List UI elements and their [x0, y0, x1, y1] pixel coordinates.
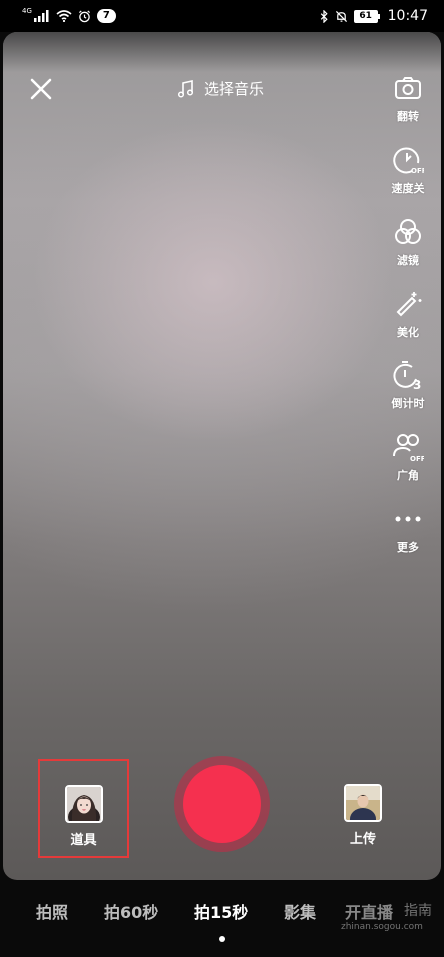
upload-thumbnail	[344, 784, 382, 822]
more-button[interactable]: 更多	[383, 503, 433, 555]
select-music-button[interactable]: 选择音乐	[176, 78, 264, 99]
music-label: 选择音乐	[204, 80, 265, 98]
active-mode-indicator	[219, 936, 225, 942]
girl-avatar-icon	[66, 787, 101, 821]
alarm-icon	[78, 9, 90, 22]
magic-wand-icon	[396, 292, 422, 317]
gallery-photo-icon	[346, 786, 380, 820]
watermark: 指南	[340, 900, 432, 920]
signal-icon	[33, 10, 49, 22]
wide-angle-off-icon: OFF	[393, 434, 424, 463]
props-label: 道具	[70, 833, 97, 848]
watermark-url: zhinan.sogou.com	[341, 922, 423, 932]
timer-button[interactable]: 3 倒计时	[383, 359, 433, 411]
beautify-label: 美化	[397, 326, 419, 339]
tab-15s[interactable]: 拍15秒	[194, 899, 248, 923]
speed-off-icon: OFF	[393, 147, 424, 175]
beautify-button[interactable]: 美化	[383, 288, 433, 340]
upload-label: 上传	[349, 832, 376, 847]
filter-icon	[395, 219, 421, 244]
more-dots-icon	[395, 516, 421, 522]
timer-label: 倒计时	[391, 397, 425, 410]
battery-indicator: 61	[353, 9, 380, 23]
record-button[interactable]	[174, 756, 270, 852]
filter-label: 滤镜	[397, 254, 419, 267]
wifi-icon	[56, 10, 72, 22]
svg-text:3: 3	[413, 378, 421, 391]
upload-button[interactable]: 上传	[338, 784, 388, 847]
bluetooth-icon	[320, 9, 328, 23]
props-button[interactable]: 道具	[38, 759, 129, 858]
camera-preview[interactable]	[3, 32, 441, 880]
music-note-icon	[177, 79, 194, 98]
props-thumbnail	[64, 785, 103, 823]
more-label: 更多	[397, 541, 419, 554]
tab-photo[interactable]: 拍照	[36, 899, 68, 923]
close-button[interactable]	[28, 76, 54, 102]
speed-label: 速度关	[391, 182, 425, 195]
status-bar: 4G 7 61 10:47	[0, 0, 444, 32]
close-icon	[30, 78, 52, 100]
flip-camera-button[interactable]: 翻转	[383, 72, 433, 124]
flip-camera-icon	[395, 77, 421, 99]
tab-album[interactable]: 影集	[284, 899, 316, 923]
filter-button[interactable]: 滤镜	[383, 216, 433, 268]
tab-60s[interactable]: 拍60秒	[104, 899, 158, 923]
mute-icon	[335, 10, 347, 22]
watermark-text: 指南	[404, 903, 432, 919]
countdown-timer-icon: 3	[393, 361, 421, 391]
notification-badge: 7	[96, 9, 116, 23]
record-button-core	[183, 765, 261, 843]
flip-label: 翻转	[397, 110, 419, 123]
speed-toggle-button[interactable]: OFF 速度关	[383, 144, 433, 196]
wide-angle-button[interactable]: OFF 广角	[383, 431, 433, 483]
clock: 10:47	[387, 8, 428, 24]
network-type: 4G	[22, 7, 32, 15]
svg-text:OFF: OFF	[410, 455, 424, 463]
wide-angle-label: 广角	[397, 469, 419, 482]
svg-text:OFF: OFF	[411, 167, 424, 175]
